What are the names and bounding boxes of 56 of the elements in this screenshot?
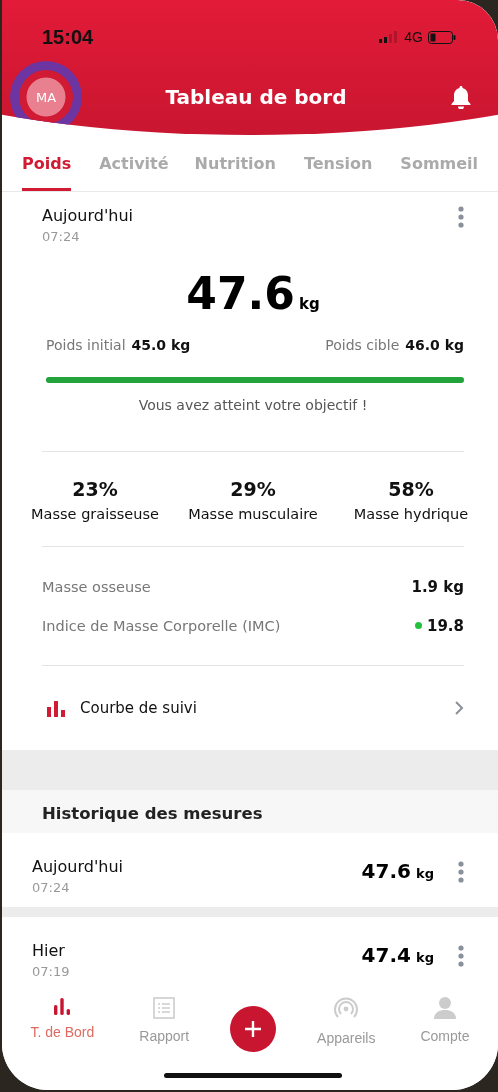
category-tab[interactable]: Activité: [99, 135, 169, 191]
nav-tab[interactable]: Rapport: [135, 990, 194, 1044]
metric-label: Indice de Masse Corporelle (IMC): [42, 617, 281, 634]
history-row[interactable]: Aujourd'hui 07:24 47.6 kg: [2, 833, 498, 907]
composition-value: 23%: [72, 478, 118, 500]
network-label: 4G: [404, 29, 423, 45]
metric-value: 19.8: [427, 616, 464, 635]
section-title: Historique des mesures: [2, 790, 498, 833]
category-tab[interactable]: Sommeil: [400, 135, 479, 191]
status-time: 15:04: [42, 25, 94, 49]
metric-label: Masse osseuse: [42, 578, 151, 595]
initial-weight-label: Poids initial: [46, 337, 126, 353]
composition-label: Masse hydrique: [353, 506, 469, 522]
person-icon: [433, 996, 456, 1020]
measure-day: Aujourd'hui: [42, 206, 134, 225]
goal-message: Vous avez atteint votre objectif !: [137, 397, 369, 413]
composition-label: Masse musculaire: [188, 506, 318, 522]
weight-unit: kg: [298, 295, 320, 313]
bar-chart-icon: [46, 699, 66, 717]
nav-tab[interactable]: Appareils: [313, 990, 380, 1046]
composition-value: 58%: [388, 478, 434, 500]
weight-unit: kg: [416, 866, 434, 881]
trend-link[interactable]: Courbe de suivi: [42, 666, 464, 750]
battery-icon: [428, 30, 456, 44]
bar-chart-icon: [52, 996, 73, 1016]
composition-value: 29%: [230, 478, 276, 500]
signal-icon: [379, 31, 400, 43]
chevron-right-icon: [454, 700, 464, 716]
list-icon: [152, 996, 177, 1020]
measure-time: 07:24: [42, 229, 81, 244]
page-title: Tableau de bord: [164, 85, 348, 109]
nav-tab[interactable]: T. de Bord: [26, 990, 99, 1040]
target-weight-value: 46.0 kg: [405, 337, 464, 353]
notification-bell-icon[interactable]: [450, 85, 472, 109]
history-weight: 47.6: [361, 859, 411, 883]
more-options-icon[interactable]: [458, 206, 464, 228]
category-tab[interactable]: Poids: [22, 135, 72, 191]
initial-weight-value: 45.0 kg: [131, 337, 191, 353]
more-options-icon[interactable]: [458, 944, 464, 967]
weight-unit: kg: [416, 949, 434, 965]
target-weight-label: Poids cible: [325, 337, 400, 353]
current-weight: 47.6: [186, 268, 295, 319]
history-day: Aujourd'hui: [32, 857, 362, 876]
plus-icon: [244, 1020, 263, 1038]
composition-label: Masse graisseuse: [31, 506, 159, 522]
add-button[interactable]: [230, 1006, 277, 1052]
category-tab[interactable]: Nutrition: [194, 135, 276, 191]
category-tab[interactable]: Tension: [303, 135, 373, 191]
history-time: 07:24: [32, 880, 71, 895]
history-day: Hier: [32, 940, 362, 960]
history-time: 07:19: [32, 963, 71, 979]
metric-value: 1.9 kg: [411, 577, 464, 596]
more-options-icon[interactable]: [458, 861, 464, 883]
history-row[interactable]: Hier 07:19 47.4 kg: [2, 916, 498, 990]
history-weight: 47.4: [361, 942, 411, 967]
nav-tab[interactable]: Compte: [416, 990, 474, 1044]
